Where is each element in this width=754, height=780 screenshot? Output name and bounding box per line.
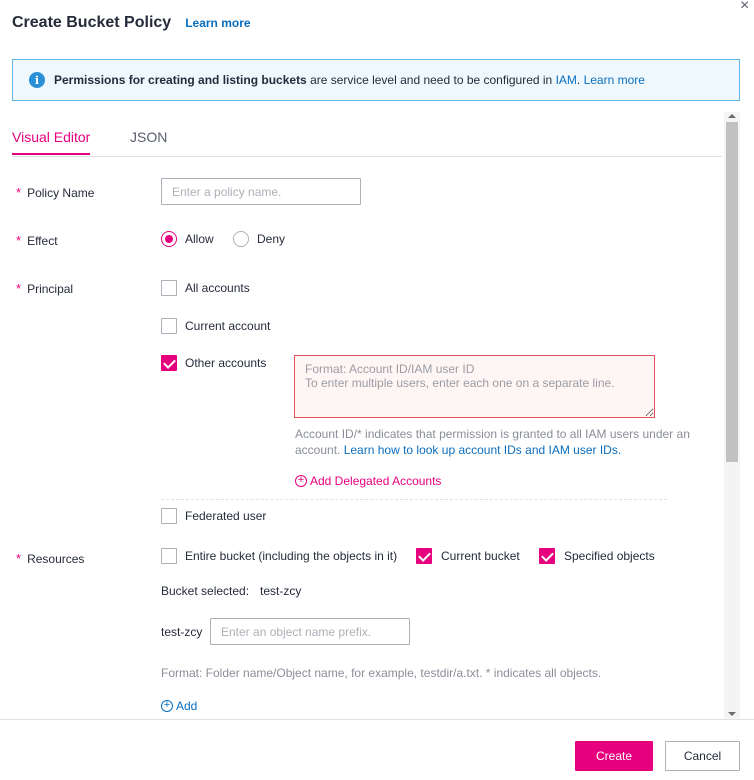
principal-label-text: Principal xyxy=(27,282,74,296)
account-id-hint: Account ID/* indicates that permission i… xyxy=(295,426,705,458)
federated-user-label[interactable]: Federated user xyxy=(185,509,266,523)
close-icon[interactable]: × xyxy=(740,0,754,14)
effect-allow-radio[interactable] xyxy=(161,231,177,247)
plus-circle-icon: + xyxy=(161,700,173,712)
policy-name-input[interactable] xyxy=(161,178,361,205)
effect-deny-label[interactable]: Deny xyxy=(257,232,285,246)
federated-user-checkbox[interactable] xyxy=(161,508,177,524)
notice-text: Permissions for creating and listing buc… xyxy=(54,73,645,87)
vertical-scrollbar[interactable] xyxy=(724,112,740,719)
tab-visual-editor[interactable]: Visual Editor xyxy=(12,129,90,145)
notice-learn-more-link[interactable]: Learn more xyxy=(584,73,645,87)
info-icon: i xyxy=(29,72,45,88)
create-button[interactable]: Create xyxy=(575,741,653,771)
specified-objects-label[interactable]: Specified objects xyxy=(564,549,655,563)
add-delegated-accounts-button[interactable]: + Add Delegated Accounts xyxy=(295,474,441,488)
add-object-button[interactable]: + Add xyxy=(161,699,197,713)
notice-body-text: are service level and need to be configu… xyxy=(306,73,556,87)
effect-label-text: Effect xyxy=(27,234,58,248)
notice-separator: . xyxy=(576,73,584,87)
all-accounts-checkbox[interactable] xyxy=(161,280,177,296)
dialog-footer: Create Cancel xyxy=(0,719,754,780)
effect-deny-radio[interactable] xyxy=(233,231,249,247)
cancel-button[interactable]: Cancel xyxy=(665,741,740,771)
principal-label: * Principal xyxy=(16,281,73,296)
resources-label-text: Resources xyxy=(27,552,85,566)
other-accounts-checkbox[interactable] xyxy=(161,355,177,371)
dialog-title: Create Bucket Policy xyxy=(12,14,172,31)
policy-name-label: * Policy Name xyxy=(16,185,94,200)
current-account-checkbox[interactable] xyxy=(161,318,177,334)
entire-bucket-label[interactable]: Entire bucket (including the objects in … xyxy=(185,549,397,563)
info-notice: i Permissions for creating and listing b… xyxy=(12,59,740,101)
object-format-hint: Format: Folder name/Object name, for exa… xyxy=(161,666,602,680)
required-mark: * xyxy=(16,233,22,248)
header-learn-more-link[interactable]: Learn more xyxy=(185,16,250,30)
add-delegated-accounts-label: Add Delegated Accounts xyxy=(310,474,442,488)
principal-divider xyxy=(161,499,667,500)
scroll-up-arrow-icon[interactable] xyxy=(728,114,736,118)
all-accounts-label[interactable]: All accounts xyxy=(185,281,250,295)
iam-link[interactable]: IAM xyxy=(556,73,577,87)
scroll-down-arrow-icon[interactable] xyxy=(728,712,736,716)
current-bucket-label[interactable]: Current bucket xyxy=(441,549,520,563)
form-scroll-area: Visual Editor JSON *Policy Name *Effect … xyxy=(0,112,754,719)
bucket-selected-value: test-zcy xyxy=(260,584,302,598)
editor-tabs: Visual Editor JSON xyxy=(12,112,722,157)
other-accounts-textarea[interactable] xyxy=(294,355,655,418)
object-prefix-bucket-label: test-zcy xyxy=(161,625,203,639)
policy-name-label-text: Policy Name xyxy=(27,186,95,200)
required-mark: * xyxy=(16,281,22,296)
notice-bold-text: Permissions for creating and listing buc… xyxy=(54,73,307,87)
specified-objects-checkbox[interactable] xyxy=(539,548,555,564)
required-mark: * xyxy=(16,185,22,200)
current-account-label[interactable]: Current account xyxy=(185,319,270,333)
scrollbar-thumb[interactable] xyxy=(726,122,738,462)
tab-json[interactable]: JSON xyxy=(130,129,167,145)
effect-label: * Effect xyxy=(16,233,58,248)
effect-allow-label[interactable]: Allow xyxy=(185,232,214,246)
plus-circle-icon: + xyxy=(295,475,307,487)
required-mark: * xyxy=(16,551,22,566)
lookup-account-ids-link[interactable]: Learn how to look up account IDs and IAM… xyxy=(344,443,621,457)
resources-label: * Resources xyxy=(16,551,84,566)
current-bucket-checkbox[interactable] xyxy=(416,548,432,564)
active-tab-indicator xyxy=(12,153,90,155)
entire-bucket-checkbox[interactable] xyxy=(161,548,177,564)
other-accounts-label[interactable]: Other accounts xyxy=(185,356,266,370)
add-object-label: Add xyxy=(176,699,198,713)
object-prefix-input[interactable] xyxy=(210,618,410,645)
dialog-header: Create Bucket Policy Learn more xyxy=(12,14,251,32)
bucket-selected-label: Bucket selected: xyxy=(161,584,250,598)
